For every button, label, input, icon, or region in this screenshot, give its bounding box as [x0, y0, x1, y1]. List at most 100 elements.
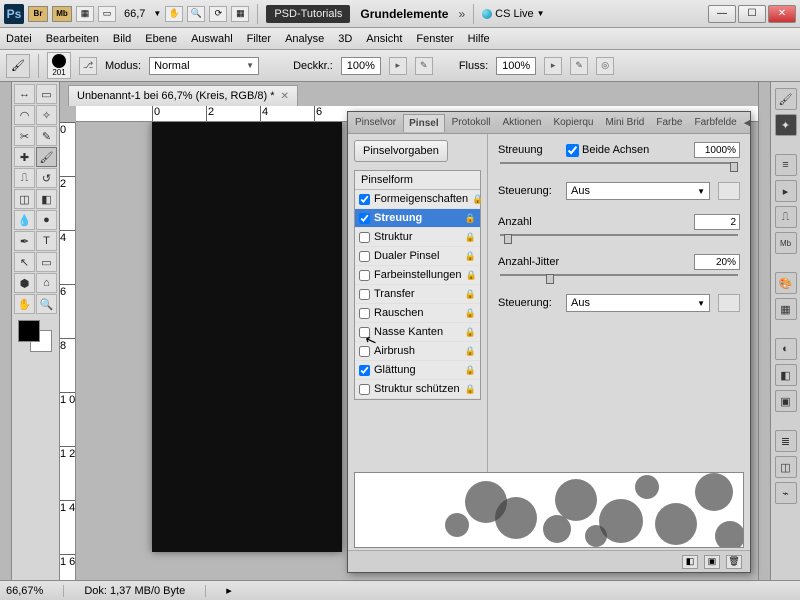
airbrush-icon[interactable]: ✎ — [570, 57, 588, 75]
workspace-menu-icon[interactable]: » — [458, 7, 465, 21]
item-streuung[interactable]: Streuung🔒 — [355, 209, 480, 228]
item-dualer-pinsel[interactable]: Dualer Pinsel🔒 — [355, 247, 480, 266]
menu-bearbeiten[interactable]: Bearbeiten — [46, 33, 99, 45]
count-jitter-value[interactable]: 20% — [694, 254, 740, 270]
dock-channels-icon[interactable]: ◫ — [775, 456, 797, 478]
close-button[interactable]: ✕ — [768, 5, 796, 23]
menu-hilfe[interactable]: Hilfe — [468, 33, 490, 45]
item-airbrush[interactable]: Airbrush🔒 — [355, 342, 480, 361]
tab-farbe[interactable]: Farbe — [651, 114, 687, 131]
control2-pen-icon[interactable] — [718, 294, 740, 312]
dock-actions-icon[interactable]: ▸ — [775, 180, 797, 202]
grid-icon[interactable]: ▦ — [231, 6, 249, 22]
control2-select[interactable]: Aus — [566, 294, 710, 312]
count-jitter-slider[interactable] — [498, 274, 740, 284]
item-transfer[interactable]: Transfer🔒 — [355, 285, 480, 304]
lasso-tool[interactable]: ◠ — [14, 105, 35, 125]
marquee-tool[interactable]: ▭ — [36, 84, 57, 104]
rotate-icon[interactable]: ⟳ — [209, 6, 227, 22]
document-tab[interactable]: Unbenannt-1 bei 66,7% (Kreis, RGB/8) *✕ — [68, 85, 298, 106]
workspace-name[interactable]: Grundelemente — [354, 7, 454, 21]
zoom-tool[interactable]: 🔍 — [36, 294, 57, 314]
cs-live[interactable]: CS Live▼ — [482, 8, 544, 20]
dock-brush-icon[interactable]: 🖌 — [775, 88, 797, 110]
dock-adjust-icon[interactable]: ◐ — [775, 338, 797, 360]
screenmode-icon[interactable]: ▭ — [98, 6, 116, 22]
menu-3d[interactable]: 3D — [338, 33, 352, 45]
count-value[interactable]: 2 — [694, 214, 740, 230]
tab-kopierqu[interactable]: Kopierqu — [548, 114, 598, 131]
tab-protokoll[interactable]: Protokoll — [447, 114, 496, 131]
vertical-ruler[interactable]: 0 2 4 6 8 1 0 1 2 1 4 1 6 — [60, 122, 76, 600]
eyedropper-tool[interactable]: ✎ — [36, 126, 57, 146]
item-glaettung[interactable]: Glättung🔒 — [355, 361, 480, 380]
panel-scroll-icon[interactable]: ◀▶ — [744, 116, 750, 129]
pen-tool[interactable]: ✒ — [14, 231, 35, 251]
dock-clone-icon[interactable]: ⎍ — [775, 206, 797, 228]
arrange-icon[interactable]: ▦ — [76, 6, 94, 22]
item-formeigenschaften[interactable]: Formeigenschaften🔒 — [355, 190, 480, 209]
gradient-tool[interactable]: ◧ — [36, 189, 57, 209]
toggle-preview-icon[interactable]: ◧ — [682, 555, 698, 569]
dock-paths-icon[interactable]: ⌁ — [775, 482, 797, 504]
brush-preset-picker[interactable]: 201 — [47, 52, 71, 79]
menu-datei[interactable]: Datei — [6, 33, 32, 45]
dock-layers-icon[interactable]: ≣ — [775, 430, 797, 452]
psd-tutorials-badge[interactable]: PSD-Tutorials — [266, 5, 350, 23]
dock-color-icon[interactable]: 🎨 — [775, 272, 797, 294]
lock-icon[interactable]: 🔒 — [465, 289, 476, 300]
close-tab-icon[interactable]: ✕ — [281, 91, 289, 102]
lock-icon[interactable]: 🔒 — [465, 213, 476, 224]
tab-pinselvor[interactable]: Pinselvor — [350, 114, 401, 131]
dock-brushpresets-icon[interactable]: ✦ — [775, 114, 797, 136]
tab-pinsel[interactable]: Pinsel — [403, 114, 444, 132]
zoom-icon[interactable]: 🔍 — [187, 6, 205, 22]
item-nasse-kanten[interactable]: Nasse Kanten🔒 — [355, 323, 480, 342]
lock-icon[interactable]: 🔒 — [465, 251, 476, 262]
tab-aktionen[interactable]: Aktionen — [498, 114, 547, 131]
dock-styles-icon[interactable]: ◧ — [775, 364, 797, 386]
control1-pen-icon[interactable] — [718, 182, 740, 200]
3d-tool[interactable]: ⬢ — [14, 273, 35, 293]
flow-flyout[interactable]: ▸ — [544, 57, 562, 75]
hand-tool[interactable]: ✋ — [14, 294, 35, 314]
dock-mb-icon[interactable]: Mb — [775, 232, 797, 254]
opacity-flyout[interactable]: ▸ — [389, 57, 407, 75]
heal-tool[interactable]: ✚ — [14, 147, 35, 167]
dock-masks-icon[interactable]: ▣ — [775, 390, 797, 412]
menu-bild[interactable]: Bild — [113, 33, 131, 45]
lock-icon[interactable]: 🔒 — [465, 365, 476, 376]
opacity-pressure-icon[interactable]: ✎ — [415, 57, 433, 75]
minibridge-button[interactable]: Mb — [52, 6, 72, 22]
path-tool[interactable]: ↖ — [14, 252, 35, 272]
brush-tool[interactable]: 🖌 — [36, 147, 57, 167]
flow-input[interactable]: 100% — [496, 57, 536, 75]
zoom-level[interactable]: 66,7 — [120, 8, 149, 20]
menu-ansicht[interactable]: Ansicht — [366, 33, 402, 45]
brush-tool-icon[interactable]: 🖌 — [6, 54, 30, 78]
item-struktur-schuetzen[interactable]: Struktur schützen🔒 — [355, 380, 480, 399]
brush-panel-toggle[interactable]: ⎇ — [79, 57, 97, 75]
history-brush-tool[interactable]: ↺ — [36, 168, 57, 188]
move-tool[interactable]: ↔ — [14, 84, 35, 104]
stamp-tool[interactable]: ⎍ — [14, 168, 35, 188]
brush-presets-button[interactable]: Pinselvorgaben — [354, 140, 448, 162]
menu-auswahl[interactable]: Auswahl — [191, 33, 233, 45]
minimize-button[interactable]: — — [708, 5, 736, 23]
foreground-color-swatch[interactable] — [18, 320, 40, 342]
hand-icon[interactable]: ✋ — [165, 6, 183, 22]
menu-analyse[interactable]: Analyse — [285, 33, 324, 45]
lock-icon[interactable]: 🔒 — [465, 308, 476, 319]
menu-fenster[interactable]: Fenster — [416, 33, 453, 45]
wand-tool[interactable]: ✧ — [36, 105, 57, 125]
scatter-slider[interactable] — [498, 162, 740, 172]
control1-select[interactable]: Aus — [566, 182, 710, 200]
status-zoom[interactable]: 66,67% — [6, 585, 64, 597]
new-brush-icon[interactable]: ▣ — [704, 555, 720, 569]
3d-camera-tool[interactable]: ⌂ — [36, 273, 57, 293]
type-tool[interactable]: T — [36, 231, 57, 251]
mode-select[interactable]: Normal — [149, 57, 259, 75]
scatter-value[interactable]: 1000% — [694, 142, 740, 158]
blur-tool[interactable]: 💧 — [14, 210, 35, 230]
tablet-pressure-icon[interactable]: ◎ — [596, 57, 614, 75]
